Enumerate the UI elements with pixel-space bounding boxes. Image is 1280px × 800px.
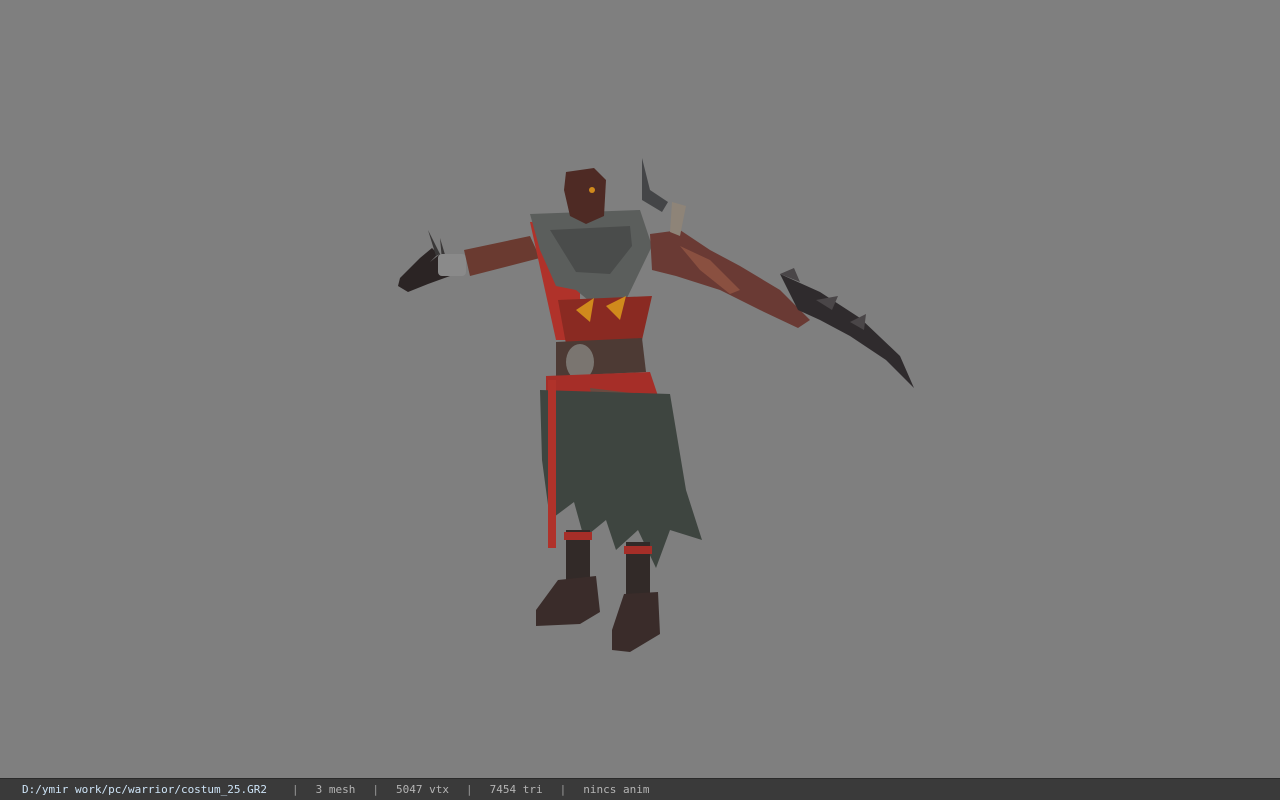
status-bar: D:/ymir work/pc/warrior/costum_25.GR2 | … (0, 778, 1280, 800)
separator: | (559, 783, 567, 796)
separator: | (372, 783, 380, 796)
mesh-count: 3 mesh (315, 783, 356, 796)
triangle-count: 7454 tri (489, 783, 543, 796)
separator: | (466, 783, 473, 796)
animation-status: nincs anim (583, 783, 650, 796)
character-model (398, 158, 914, 652)
3d-viewport[interactable] (0, 0, 1280, 778)
vertex-count: 5047 vtx (396, 783, 450, 796)
file-path: D:/ymir work/pc/warrior/costum_25.GR2 (22, 783, 268, 796)
separator: | (292, 783, 299, 796)
